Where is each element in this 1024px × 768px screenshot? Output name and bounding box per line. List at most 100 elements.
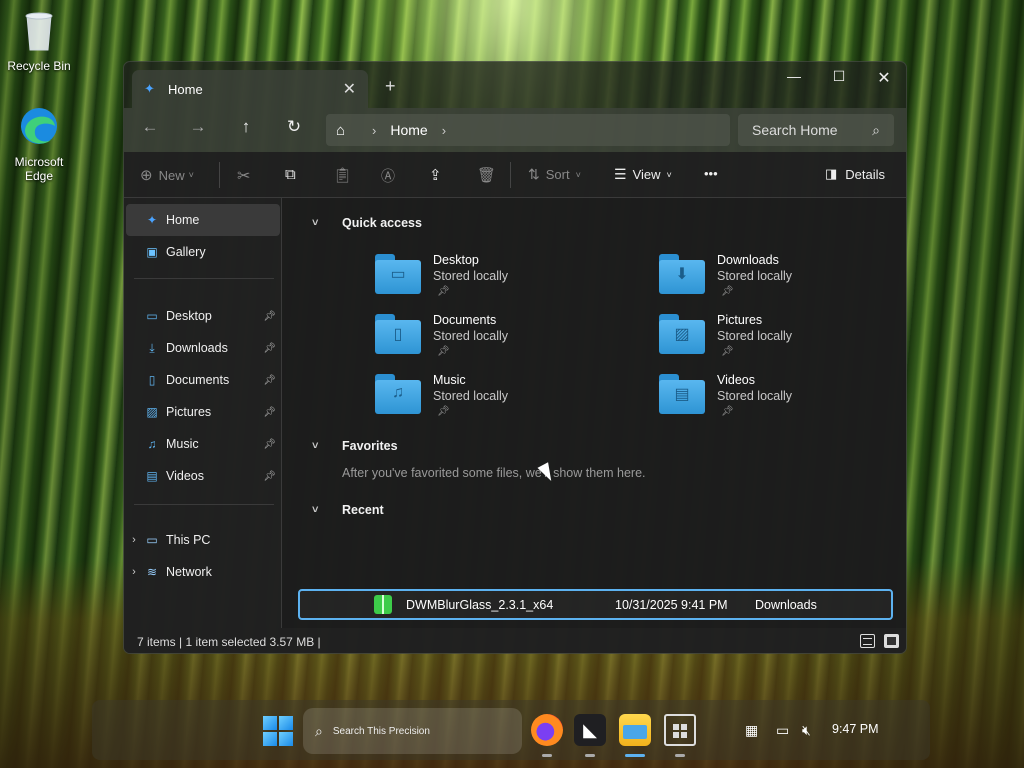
- quick-access-documents[interactable]: ▯ Documents Stored locally 📌︎: [375, 312, 615, 368]
- desktop-icon-recycle-bin[interactable]: Recycle Bin: [1, 8, 77, 73]
- section-title: Quick access: [342, 216, 422, 230]
- toolbar-divider: [219, 162, 220, 188]
- delete-button[interactable]: 🗑︎: [477, 166, 496, 184]
- gallery-icon: ▣: [146, 245, 158, 259]
- forward-button[interactable]: →: [184, 117, 212, 137]
- sidebar-item-pictures[interactable]: ▨ Pictures 📌︎: [126, 396, 280, 428]
- chevron-down-icon[interactable]: ˅: [312, 217, 342, 229]
- recycle-bin-icon: [25, 12, 53, 51]
- search-input[interactable]: Search Home: [752, 122, 872, 138]
- details-view-icon[interactable]: [860, 634, 875, 648]
- sidebar-item-music[interactable]: ♫ Music 📌︎: [126, 428, 280, 460]
- clock[interactable]: 9:47 PM: [832, 722, 879, 736]
- pin-icon[interactable]: 📌︎: [263, 471, 276, 482]
- start-button[interactable]: [263, 716, 293, 746]
- details-pane-button[interactable]: ◨ Details: [825, 166, 885, 182]
- share-button[interactable]: ⇪: [429, 166, 442, 184]
- taskbar-search[interactable]: ⌕ Search This Precision: [303, 708, 522, 754]
- refresh-button[interactable]: ↻: [280, 117, 308, 137]
- sort-button[interactable]: ⇅ Sort ˅: [528, 166, 581, 183]
- close-window-button[interactable]: ✕: [864, 68, 904, 88]
- volume-muted-icon[interactable]: 🔇︎: [802, 722, 811, 739]
- this-pc-icon: ▭: [146, 533, 158, 547]
- quick-access-pictures[interactable]: ▨ Pictures Stored locally 📌︎: [659, 312, 899, 368]
- documents-icon: ▯: [148, 373, 156, 387]
- sidebar-item-this-pc[interactable]: › ▭ This PC: [126, 524, 280, 556]
- file-date: 10/31/2025 9:41 PM: [615, 597, 728, 612]
- chevron-right-icon[interactable]: ›: [126, 566, 142, 578]
- display-icon[interactable]: ▭: [776, 722, 789, 739]
- view-button[interactable]: ☰ View ˅: [614, 166, 672, 183]
- address-bar[interactable]: ⌂ › Home ›: [326, 114, 730, 146]
- desktop-icon-edge[interactable]: Microsoft Edge: [1, 104, 77, 183]
- app-active-indicator: [625, 754, 645, 757]
- copy-button[interactable]: ⧉: [285, 166, 296, 183]
- store-icon[interactable]: [664, 714, 696, 746]
- section-title: Favorites: [342, 439, 398, 453]
- back-button[interactable]: ←: [136, 117, 164, 137]
- pin-icon[interactable]: 📌︎: [263, 375, 276, 386]
- minimize-button[interactable]: —: [774, 68, 814, 84]
- status-text: 7 items | 1 item selected 3.57 MB |: [137, 635, 321, 649]
- search-box[interactable]: Search Home ⌕: [738, 114, 894, 146]
- paste-button[interactable]: 📋︎: [333, 166, 352, 184]
- new-button[interactable]: ⊕ New ˅: [140, 166, 194, 184]
- rename-icon: Ⓐ: [381, 168, 395, 184]
- close-tab-icon[interactable]: ✕: [343, 79, 356, 99]
- cut-button[interactable]: ✂: [237, 166, 250, 186]
- app-running-indicator: [585, 754, 595, 757]
- chevron-right-icon[interactable]: ›: [358, 123, 390, 138]
- chevron-down-icon[interactable]: ˅: [312, 440, 342, 452]
- sidebar-item-home[interactable]: ✦ Home: [126, 204, 280, 236]
- pin-icon[interactable]: 📌︎: [263, 439, 276, 450]
- pin-icon[interactable]: 📌︎: [263, 311, 276, 322]
- pin-icon: 📌︎: [437, 346, 450, 357]
- chevron-right-icon[interactable]: ›: [428, 123, 460, 138]
- taskbar-search-input[interactable]: Search This Precision: [333, 726, 430, 737]
- desktop-icon: ▭: [146, 309, 158, 323]
- maximize-button[interactable]: ☐: [819, 68, 859, 85]
- sidebar-item-network[interactable]: › ≋ Network: [126, 556, 280, 588]
- item-name: Music: [433, 373, 466, 387]
- videos-icon: ▤: [146, 469, 158, 483]
- rename-button[interactable]: Ⓐ: [381, 166, 395, 186]
- pin-icon[interactable]: 📌︎: [263, 343, 276, 354]
- copy-icon: ⧉: [285, 166, 296, 183]
- recent-file-row[interactable]: DWMBlurGlass_2.3.1_x64 10/31/2025 9:41 P…: [298, 589, 893, 620]
- item-subtitle: Stored locally: [717, 389, 793, 403]
- sidebar-item-documents[interactable]: ▯ Documents 📌︎: [126, 364, 280, 396]
- sidebar-item-label: Pictures: [166, 405, 212, 419]
- section-recent[interactable]: ˅ Recent: [312, 503, 384, 517]
- tiles-view-icon[interactable]: [884, 634, 899, 648]
- sidebar-item-label: Downloads: [166, 341, 228, 355]
- chevron-down-icon[interactable]: ˅: [312, 504, 342, 516]
- sidebar-item-desktop[interactable]: ▭ Desktop 📌︎: [126, 300, 280, 332]
- pictures-icon: ▨: [146, 405, 158, 419]
- item-name: Pictures: [717, 313, 763, 327]
- section-favorites[interactable]: ˅ Favorites: [312, 439, 398, 453]
- sidebar-item-videos[interactable]: ▤ Videos 📌︎: [126, 460, 280, 492]
- eagle-app-icon[interactable]: ◣: [574, 714, 606, 746]
- sidebar-item-gallery[interactable]: ▣ Gallery: [126, 236, 280, 268]
- quick-access-videos[interactable]: ▤ Videos Stored locally 📌︎: [659, 372, 899, 428]
- taskbar: ⌕ Search This Precision ◣ ▦ ▭ 🔇︎ 9:47 PM: [92, 700, 930, 760]
- more-options-button[interactable]: •••: [704, 166, 718, 181]
- file-explorer-icon[interactable]: [619, 714, 651, 746]
- quick-access-desktop[interactable]: ▭ Desktop Stored locally 📌︎: [375, 252, 615, 308]
- breadcrumb-home[interactable]: Home: [390, 122, 427, 138]
- home-icon[interactable]: ⌂: [336, 122, 358, 139]
- sidebar-item-downloads[interactable]: ⤓ Downloads 📌︎: [126, 332, 280, 364]
- up-button[interactable]: ↑: [232, 117, 260, 137]
- file-explorer-window: ✦ Home ✕ + — ☐ ✕ ← → ↑ ↻ ⌂ › Home › Sear…: [123, 61, 907, 654]
- qr-code-icon[interactable]: ▦: [745, 722, 758, 739]
- quick-access-downloads[interactable]: ⬇ Downloads Stored locally 📌︎: [659, 252, 899, 308]
- new-tab-button[interactable]: +: [385, 76, 396, 97]
- section-quick-access[interactable]: ˅ Quick access: [312, 216, 422, 230]
- firefox-icon[interactable]: [531, 714, 563, 746]
- quick-access-music[interactable]: ♫ Music Stored locally 📌︎: [375, 372, 615, 428]
- item-name: Documents: [433, 313, 497, 327]
- chevron-right-icon[interactable]: ›: [126, 534, 142, 546]
- pin-icon: 📌︎: [721, 286, 734, 297]
- pin-icon[interactable]: 📌︎: [263, 407, 276, 418]
- tab-home[interactable]: ✦ Home ✕: [132, 70, 368, 108]
